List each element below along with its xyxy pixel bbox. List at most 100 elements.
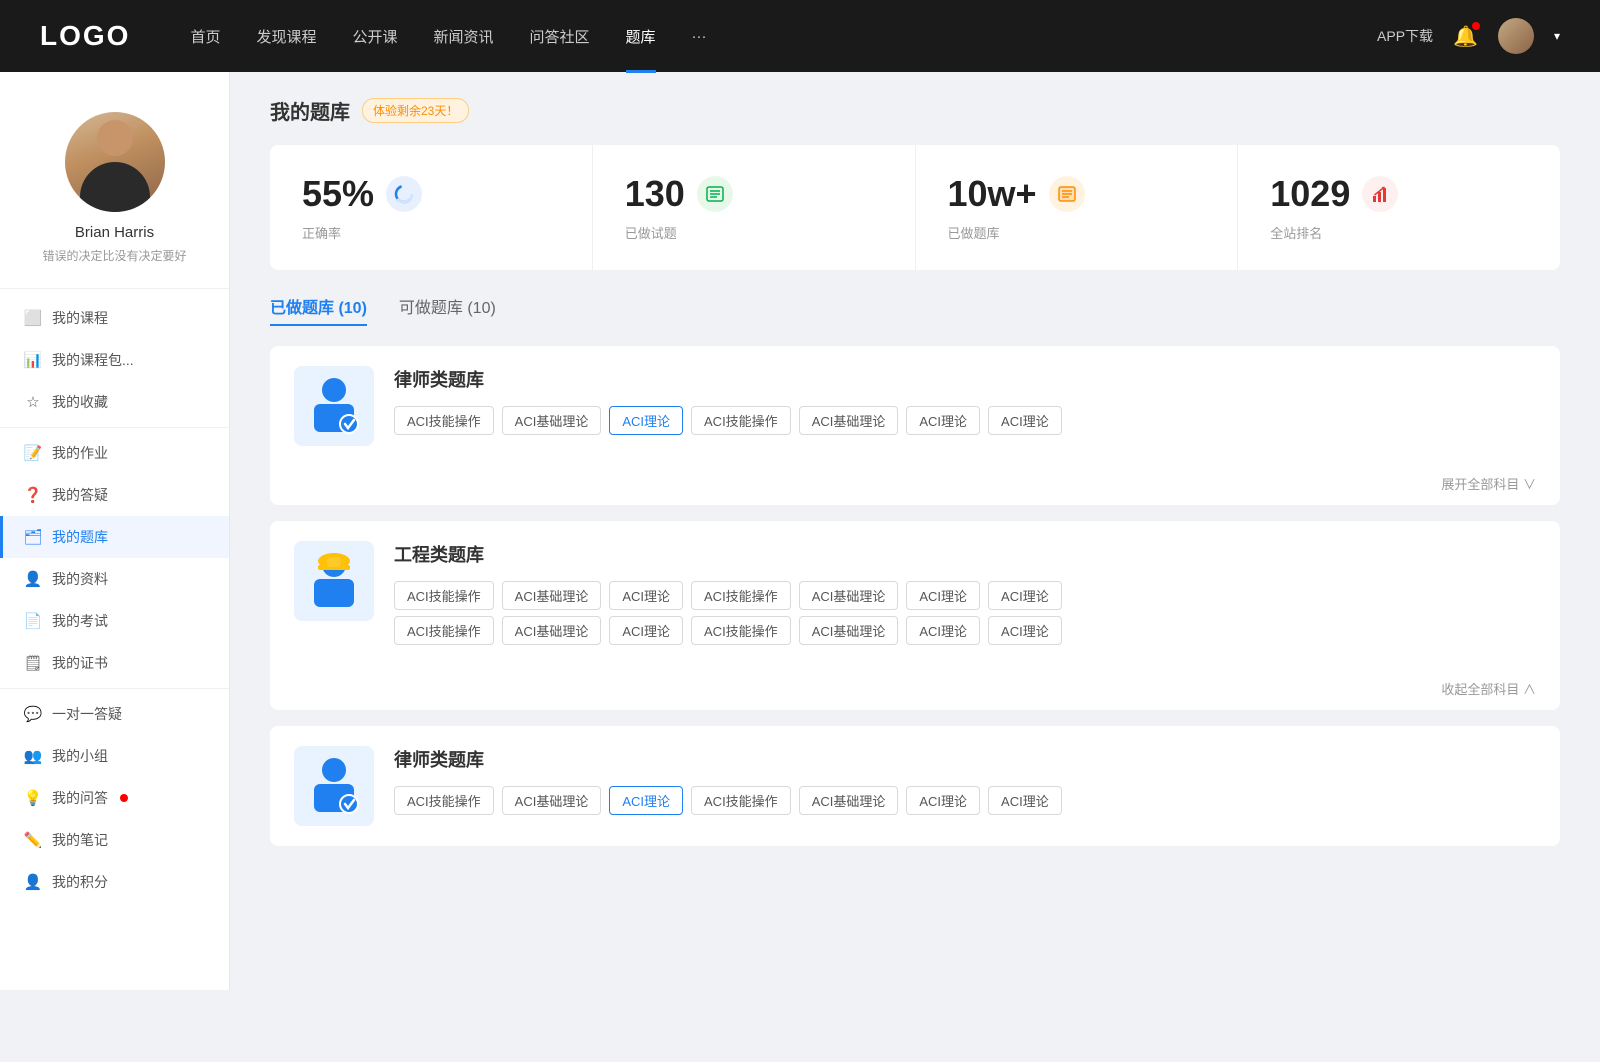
lawyer-icon [307,376,361,436]
sidebar-item-my-favorites[interactable]: ☆ 我的收藏 [0,381,229,423]
qbank-3-tag-4[interactable]: ACI基础理论 [799,786,899,815]
avatar-image-sidebar [65,112,165,212]
tab-available-banks[interactable]: 可做题库 (10) [399,294,496,326]
nav-news[interactable]: 新闻资讯 [434,26,494,47]
sidebar-menu: ⬜ 我的课程 📊 我的课程包... ☆ 我的收藏 📝 我的作业 ❓ 我的答疑 🗂 [0,289,229,911]
qbank-1-expand-button[interactable]: 展开全部科目 ∨ [1441,474,1536,493]
cert-icon: 🗒 [24,654,42,672]
qbank-card-3: 律师类题库 ACI技能操作 ACI基础理论 ACI理论 ACI技能操作 ACI基… [270,726,1560,846]
sidebar-item-my-course[interactable]: ⬜ 我的课程 [0,297,229,339]
sidebar-avatar [65,112,165,212]
qbank-2-collapse-button[interactable]: 收起全部科目 ∧ [1441,679,1536,698]
navbar-right: APP下载 🔔 ▾ [1377,18,1560,54]
qbank-2-tag-r1-3[interactable]: ACI技能操作 [691,581,791,610]
sidebar-item-one-on-one[interactable]: 💬 一对一答疑 [0,693,229,735]
sidebar-item-my-cert[interactable]: 🗒 我的证书 [0,642,229,684]
profile-dropdown-arrow[interactable]: ▾ [1554,29,1560,43]
qbank-1-tag-2[interactable]: ACI理论 [609,406,683,435]
qbank-card-2-inner: 工程类题库 ACI技能操作 ACI基础理论 ACI理论 ACI技能操作 ACI基… [270,521,1560,671]
qbank-2-tag-r2-5[interactable]: ACI理论 [906,616,980,645]
homework-icon: 📝 [24,444,42,462]
stat-done-q-icon [697,176,733,212]
question-icon: ❓ [24,486,42,504]
qbank-1-tags: ACI技能操作 ACI基础理论 ACI理论 ACI技能操作 ACI基础理论 AC… [394,406,1536,435]
qbank-2-tag-r1-0[interactable]: ACI技能操作 [394,581,494,610]
qbank-2-tags-row1: ACI技能操作 ACI基础理论 ACI理论 ACI技能操作 ACI基础理论 AC… [394,581,1536,610]
qbank-3-tag-0[interactable]: ACI技能操作 [394,786,494,815]
qbank-2-tag-r1-5[interactable]: ACI理论 [906,581,980,610]
qbank-2-content: 工程类题库 ACI技能操作 ACI基础理论 ACI理论 ACI技能操作 ACI基… [394,541,1536,651]
qbank-1-content: 律师类题库 ACI技能操作 ACI基础理论 ACI理论 ACI技能操作 ACI基… [394,366,1536,441]
sidebar-item-my-exam[interactable]: 📄 我的考试 [0,600,229,642]
app-download-button[interactable]: APP下载 [1377,26,1433,46]
qbank-icon: 🗂 [24,528,42,546]
package-icon: 📊 [24,351,42,369]
qbank-2-tag-r1-1[interactable]: ACI基础理论 [502,581,602,610]
page-title: 我的题库 [270,96,350,125]
tab-done-banks[interactable]: 已做题库 (10) [270,294,367,326]
avatar-image [1498,18,1534,54]
sidebar-item-my-material[interactable]: 👤 我的资料 [0,558,229,600]
qbank-2-tag-r2-4[interactable]: ACI基础理论 [799,616,899,645]
qbank-2-tag-r1-2[interactable]: ACI理论 [609,581,683,610]
sidebar-item-my-package[interactable]: 📊 我的课程包... [0,339,229,381]
qbank-2-tag-r1-6[interactable]: ACI理论 [988,581,1062,610]
qbank-2-tag-r2-3[interactable]: ACI技能操作 [691,616,791,645]
nav-discover[interactable]: 发现课程 [256,26,316,47]
sidebar-item-my-qbank[interactable]: 🗂 我的题库 [0,516,229,558]
stat-ranking-label: 全站排名 [1270,223,1528,242]
qbank-1-tag-1[interactable]: ACI基础理论 [502,406,602,435]
nav-home[interactable]: 首页 [190,26,220,47]
qbank-2-tag-r1-4[interactable]: ACI基础理论 [799,581,899,610]
sidebar-item-my-points[interactable]: 👤 我的积分 [0,861,229,903]
qbank-2-tag-r2-2[interactable]: ACI理论 [609,616,683,645]
exam-icon: 📄 [24,612,42,630]
sidebar-item-my-homework[interactable]: 📝 我的作业 [0,432,229,474]
qbank-3-tag-5[interactable]: ACI理论 [906,786,980,815]
qbank-2-title: 工程类题库 [394,541,1536,567]
nav-more[interactable]: ··· [692,28,707,45]
sidebar-item-my-group[interactable]: 👥 我的小组 [0,735,229,777]
sidebar-divider-1 [0,427,229,428]
qbank-2-tag-r2-0[interactable]: ACI技能操作 [394,616,494,645]
sidebar-item-my-qa[interactable]: ❓ 我的答疑 [0,474,229,516]
qbank-2-footer: 收起全部科目 ∧ [270,671,1560,710]
trial-badge: 体验剩余23天！ [362,98,469,123]
qbank-1-tag-3[interactable]: ACI技能操作 [691,406,791,435]
notification-bell[interactable]: 🔔 [1453,24,1478,49]
qbank-1-tag-0[interactable]: ACI技能操作 [394,406,494,435]
stat-done-banks-row: 10w+ [948,173,1206,215]
qbank-3-tag-3[interactable]: ACI技能操作 [691,786,791,815]
qbank-card-2: 工程类题库 ACI技能操作 ACI基础理论 ACI理论 ACI技能操作 ACI基… [270,521,1560,710]
sidebar-motto: 错误的决定比没有决定要好 [42,247,186,264]
qbank-1-tag-5[interactable]: ACI理论 [906,406,980,435]
nav-open-course[interactable]: 公开课 [352,26,397,47]
nav-qbank[interactable]: 题库 [626,26,656,47]
user-avatar[interactable] [1498,18,1534,54]
engineer-icon [307,551,361,611]
qbank-1-icon-wrap [294,366,374,446]
points-icon: 👤 [24,873,42,891]
sidebar-username: Brian Harris [75,224,154,241]
qbank-2-tag-r2-6[interactable]: ACI理论 [988,616,1062,645]
stat-done-q-value: 130 [625,173,685,215]
sidebar-item-my-questions[interactable]: 💡 我的问答 [0,777,229,819]
stat-accuracy-icon [386,176,422,212]
qbank-1-tag-4[interactable]: ACI基础理论 [799,406,899,435]
qbank-2-tag-r2-1[interactable]: ACI基础理论 [502,616,602,645]
qbank-3-tag-2[interactable]: ACI理论 [609,786,683,815]
sidebar-profile: Brian Harris 错误的决定比没有决定要好 [0,92,229,289]
nav-qa[interactable]: 问答社区 [530,26,590,47]
stat-ranking-row: 1029 [1270,173,1528,215]
logo[interactable]: LOGO [40,20,130,52]
qbank-3-tag-1[interactable]: ACI基础理论 [502,786,602,815]
lawyer-icon-3 [307,756,361,816]
stat-ranking-icon [1362,176,1398,212]
stat-done-q-label: 已做试题 [625,223,883,242]
sidebar-item-my-notes[interactable]: ✏️ 我的笔记 [0,819,229,861]
qbank-3-tag-6[interactable]: ACI理论 [988,786,1062,815]
qbank-1-tag-6[interactable]: ACI理论 [988,406,1062,435]
qbank-card-1: 律师类题库 ACI技能操作 ACI基础理论 ACI理论 ACI技能操作 ACI基… [270,346,1560,505]
stat-done-banks-value: 10w+ [948,173,1037,215]
page-header: 我的题库 体验剩余23天！ [270,72,1560,145]
